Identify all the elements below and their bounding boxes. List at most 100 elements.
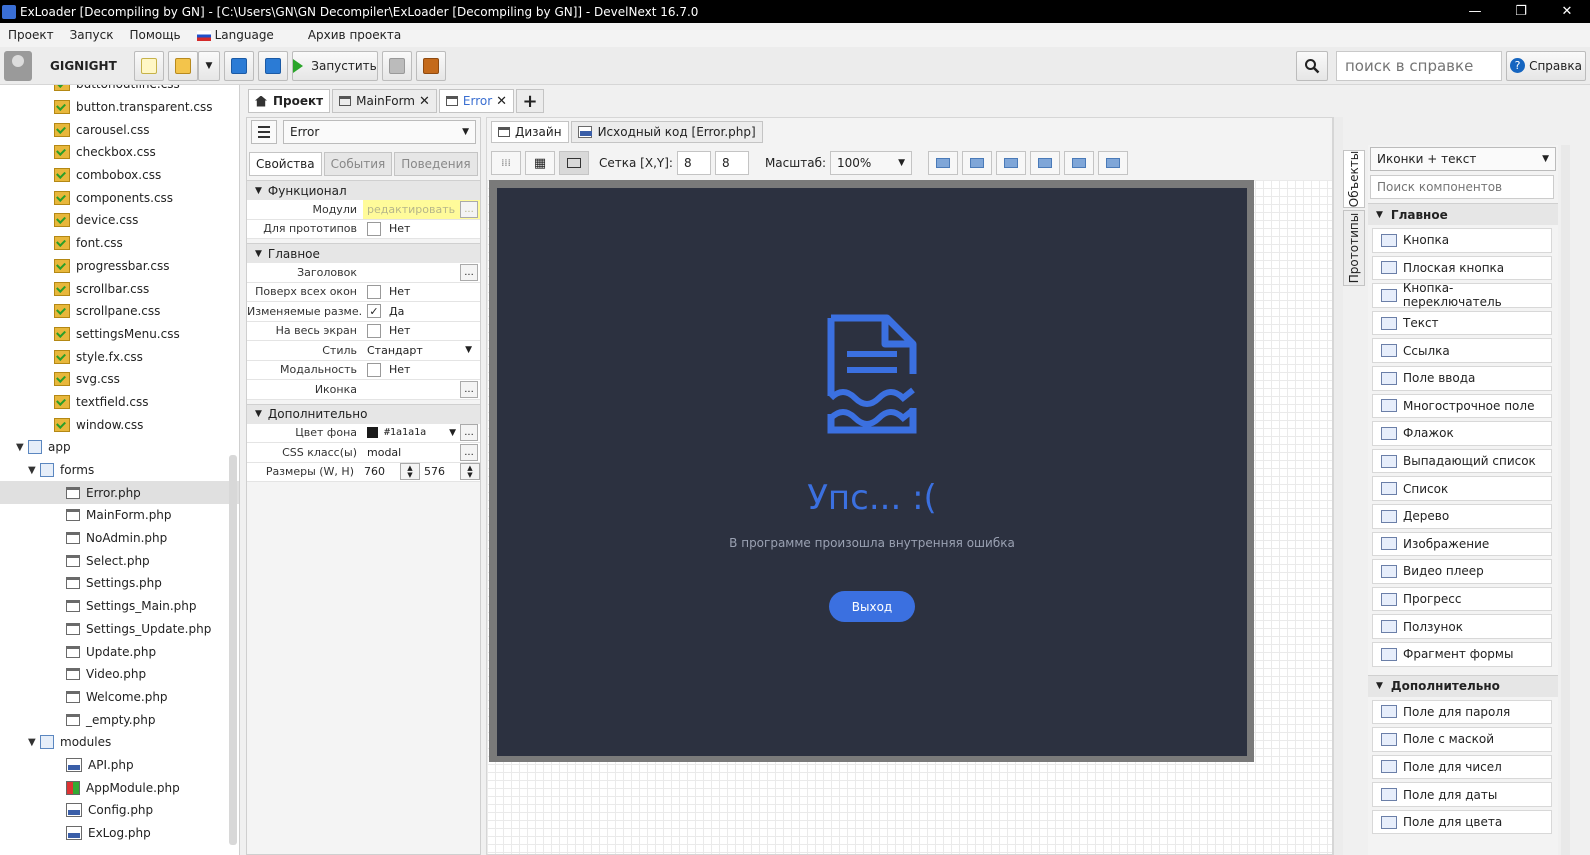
modal-checkbox[interactable] [367, 362, 381, 377]
component-search-input[interactable] [1370, 175, 1554, 199]
menu-archive[interactable]: Архив проекта [300, 28, 409, 42]
tree-item[interactable]: Select.php [0, 549, 239, 572]
align-left-button[interactable] [928, 151, 959, 175]
run-button[interactable]: Запустить [292, 50, 378, 81]
tree-item[interactable]: NoAdmin.php [0, 527, 239, 550]
build-button[interactable] [416, 50, 446, 81]
tree-item[interactable]: style.fx.css [0, 345, 239, 368]
menu-project[interactable]: Проект [0, 28, 62, 42]
prop-value[interactable]: modal [367, 446, 401, 459]
palette-component[interactable]: Текст [1372, 310, 1552, 336]
tree-item[interactable]: Settings.php [0, 572, 239, 595]
palette-component[interactable]: Изображение [1372, 531, 1552, 557]
tree-item[interactable]: components.css [0, 186, 239, 209]
palette-component[interactable]: Кнопка-переключатель [1372, 281, 1552, 309]
object-selector[interactable]: Error ▼ [283, 120, 476, 144]
align-top-button[interactable] [996, 151, 1027, 175]
tree-item[interactable]: _empty.php [0, 708, 239, 731]
maximize-button[interactable]: ❐ [1498, 4, 1544, 19]
tree-item[interactable]: ▼ app [0, 436, 239, 459]
resizable-checkbox[interactable]: ✓ [367, 304, 381, 319]
grid-dots-button[interactable]: ⁞⁞⁞ [491, 151, 521, 175]
section-functional[interactable]: ▼ Функционал [247, 180, 480, 200]
color-picker[interactable]: #1a1a1a ▼... [363, 424, 480, 443]
design-canvas[interactable]: Упс... :( В программе произошла внутренн… [487, 180, 1332, 854]
tab-error[interactable]: Error ✕ [438, 89, 515, 113]
expand-icon[interactable]: ▼ [16, 442, 28, 453]
tree-item[interactable]: checkbox.css [0, 141, 239, 164]
palette-section-extra[interactable]: ▼ Дополнительно [1368, 674, 1558, 697]
tab-behaviours[interactable]: Поведения [394, 152, 478, 176]
tree-item[interactable]: Error.php [0, 481, 239, 505]
palette-component[interactable]: Поле ввода [1372, 365, 1552, 391]
fullscreen-checkbox[interactable] [367, 323, 381, 338]
error-form-preview[interactable]: Упс... :( В программе произошла внутренн… [497, 188, 1247, 756]
save-all-button[interactable] [258, 50, 288, 81]
spinner-arrows-icon[interactable]: ▲ ▼ [460, 463, 480, 481]
stop-button[interactable] [382, 50, 412, 81]
tab-events[interactable]: События [323, 152, 393, 176]
close-icon[interactable]: ✕ [496, 94, 507, 109]
palette-component[interactable]: Видео плеер [1372, 559, 1552, 584]
palette-component[interactable]: Поле для цвета [1372, 809, 1552, 835]
palette-component[interactable]: Поле с маской [1372, 727, 1552, 752]
tree-item[interactable]: AppModule.php [0, 776, 239, 799]
zoom-select[interactable]: 100% ▼ [830, 151, 913, 175]
grid-y-input[interactable]: 8 [714, 151, 749, 175]
palette-component[interactable]: Многострочное поле [1372, 393, 1552, 419]
tree-item[interactable]: carousel.css [0, 118, 239, 141]
search-button[interactable] [1296, 50, 1328, 81]
tree-item[interactable]: device.css [0, 209, 239, 232]
tree-scrollbar[interactable] [229, 455, 237, 845]
tab-mainform[interactable]: MainForm ✕ [332, 89, 437, 113]
tab-prototypes[interactable]: Прототипы [1343, 210, 1365, 286]
section-main[interactable]: ▼ Главное [247, 243, 480, 263]
edit-css-button[interactable]: ... [460, 443, 478, 461]
width-spinner[interactable]: 760 ▲ ▼ [364, 463, 420, 481]
tree-item[interactable]: textfield.css [0, 391, 239, 414]
edit-title-button[interactable]: ... [460, 263, 478, 281]
tree-item[interactable]: ▼ forms [0, 459, 239, 482]
close-window-button[interactable]: ✕ [1544, 4, 1590, 19]
help-button[interactable]: ? Справка [1506, 50, 1586, 81]
palette-component[interactable]: Поле для чисел [1372, 754, 1552, 780]
align-center-v-button[interactable] [1064, 151, 1095, 175]
user-avatar[interactable] [4, 50, 32, 81]
palette-component[interactable]: Ссылка [1372, 338, 1552, 363]
error-document-icon[interactable] [827, 314, 917, 434]
expand-icon[interactable]: ▼ [28, 465, 40, 476]
palette-component[interactable]: Ползунок [1372, 614, 1552, 639]
tree-item[interactable]: font.css [0, 232, 239, 255]
tree-item[interactable]: Update.php [0, 640, 239, 663]
prop-modules-value[interactable]: редактировать... [363, 200, 480, 219]
expand-icon[interactable]: ▼ [28, 737, 40, 748]
palette-component[interactable]: Прогресс [1372, 586, 1552, 612]
tree-item[interactable]: window.css [0, 413, 239, 436]
form-frame[interactable]: Упс... :( В программе произошла внутренн… [489, 180, 1254, 762]
menu-button[interactable] [251, 120, 277, 144]
open-dropdown-button[interactable]: ▼ [198, 50, 220, 81]
tree-item[interactable]: Settings_Update.php [0, 618, 239, 641]
tree-item[interactable]: buttonoutline.css [0, 85, 239, 96]
prototypes-checkbox[interactable] [367, 221, 381, 236]
align-center-h-button[interactable] [1098, 151, 1129, 175]
add-tab-button[interactable]: + [516, 89, 545, 113]
tree-item[interactable]: scrollpane.css [0, 300, 239, 323]
tab-properties[interactable]: Свойства [249, 152, 322, 176]
tree-item[interactable]: ExLog.php [0, 822, 239, 845]
palette-component[interactable]: Кнопка [1372, 228, 1552, 253]
tree-item[interactable]: button.transparent.css [0, 96, 239, 119]
tree-item[interactable]: progressbar.css [0, 255, 239, 278]
new-project-button[interactable] [134, 50, 164, 81]
error-heading[interactable]: Упс... :( [497, 478, 1247, 518]
tab-source-code[interactable]: Исходный код [Error.php] [570, 121, 763, 143]
always-on-top-checkbox[interactable] [367, 284, 381, 299]
align-bottom-button[interactable] [1030, 151, 1061, 175]
panel-splitter[interactable] [1333, 117, 1343, 855]
tab-design[interactable]: Дизайн [491, 121, 569, 143]
section-extra[interactable]: ▼ Дополнительно [247, 403, 480, 424]
tree-item[interactable]: Welcome.php [0, 686, 239, 709]
edit-icon-button[interactable]: ... [460, 380, 478, 398]
open-project-button[interactable] [168, 50, 198, 81]
save-button[interactable] [224, 50, 254, 81]
